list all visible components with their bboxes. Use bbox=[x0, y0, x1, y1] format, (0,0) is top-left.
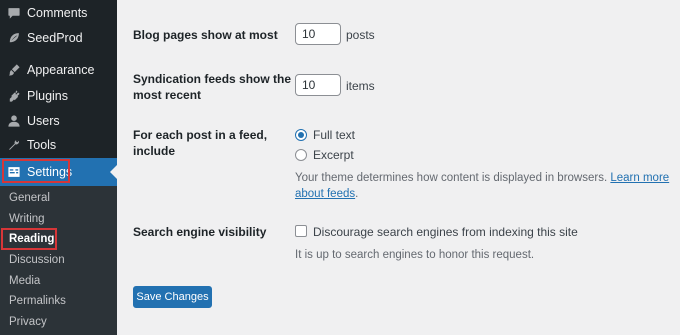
current-menu-arrow bbox=[110, 165, 117, 179]
sidebar-item-appearance[interactable]: Appearance bbox=[0, 58, 117, 82]
wrench-icon bbox=[7, 138, 21, 152]
reading-highlight-box bbox=[1, 228, 57, 250]
plugin-icon bbox=[7, 89, 21, 103]
blog-pages-suffix: posts bbox=[346, 28, 375, 42]
feed-description: Your theme determines how content is dis… bbox=[295, 172, 670, 200]
feed-description-text: Your theme determines how content is dis… bbox=[295, 172, 608, 184]
search-visibility-label: Search engine visibility bbox=[133, 225, 267, 239]
submenu-item-media[interactable]: Media bbox=[9, 275, 40, 287]
submenu-item-writing[interactable]: Writing bbox=[9, 213, 45, 225]
admin-sidebar: Comments SeedProd Appearance Plugins Use… bbox=[0, 0, 117, 335]
search-visibility-description: It is up to search engines to honor this… bbox=[295, 249, 535, 261]
feed-include-label-line2: include bbox=[133, 144, 176, 158]
submenu-item-privacy[interactable]: Privacy bbox=[9, 316, 47, 328]
sidebar-item-comments[interactable]: Comments bbox=[0, 1, 117, 25]
save-changes-button[interactable]: Save Changes bbox=[133, 286, 212, 308]
full-text-radio[interactable] bbox=[295, 129, 307, 141]
discourage-search-label[interactable]: Discourage search engines from indexing … bbox=[313, 225, 578, 239]
feed-include-label-line1: For each post in a feed, bbox=[133, 128, 268, 142]
paintbrush-icon bbox=[7, 63, 21, 77]
syndication-label-line1: Syndication feeds show the bbox=[133, 72, 292, 86]
blog-pages-label: Blog pages show at most bbox=[133, 28, 278, 42]
sidebar-item-label: Tools bbox=[27, 138, 57, 152]
syndication-suffix: items bbox=[346, 79, 375, 93]
reading-settings-form: Blog pages show at most 10 posts Syndica… bbox=[117, 0, 680, 335]
submenu-item-general[interactable]: General bbox=[9, 192, 50, 204]
full-text-label[interactable]: Full text bbox=[313, 128, 355, 142]
sidebar-item-label: SeedProd bbox=[27, 31, 83, 45]
comment-icon bbox=[7, 6, 21, 20]
blog-pages-input[interactable]: 10 bbox=[295, 23, 341, 45]
sidebar-item-label: Comments bbox=[27, 6, 88, 20]
excerpt-radio[interactable] bbox=[295, 149, 307, 161]
sidebar-item-plugins[interactable]: Plugins bbox=[0, 84, 117, 108]
submenu-item-permalinks[interactable]: Permalinks bbox=[9, 295, 66, 307]
sidebar-item-label: Plugins bbox=[27, 89, 68, 103]
sidebar-item-label: Appearance bbox=[27, 63, 95, 77]
user-icon bbox=[7, 114, 21, 128]
syndication-label-line2: most recent bbox=[133, 88, 202, 102]
submenu-item-discussion[interactable]: Discussion bbox=[9, 254, 65, 266]
sidebar-item-users[interactable]: Users bbox=[0, 109, 117, 133]
discourage-search-checkbox[interactable] bbox=[295, 225, 307, 237]
settings-highlight-box bbox=[2, 159, 70, 183]
sidebar-item-tools[interactable]: Tools bbox=[0, 133, 117, 157]
sidebar-item-seedprod[interactable]: SeedProd bbox=[0, 26, 117, 50]
sidebar-item-label: Users bbox=[27, 114, 60, 128]
seedprod-leaf-icon bbox=[7, 31, 21, 45]
excerpt-label[interactable]: Excerpt bbox=[313, 148, 354, 162]
syndication-input[interactable]: 10 bbox=[295, 74, 341, 96]
